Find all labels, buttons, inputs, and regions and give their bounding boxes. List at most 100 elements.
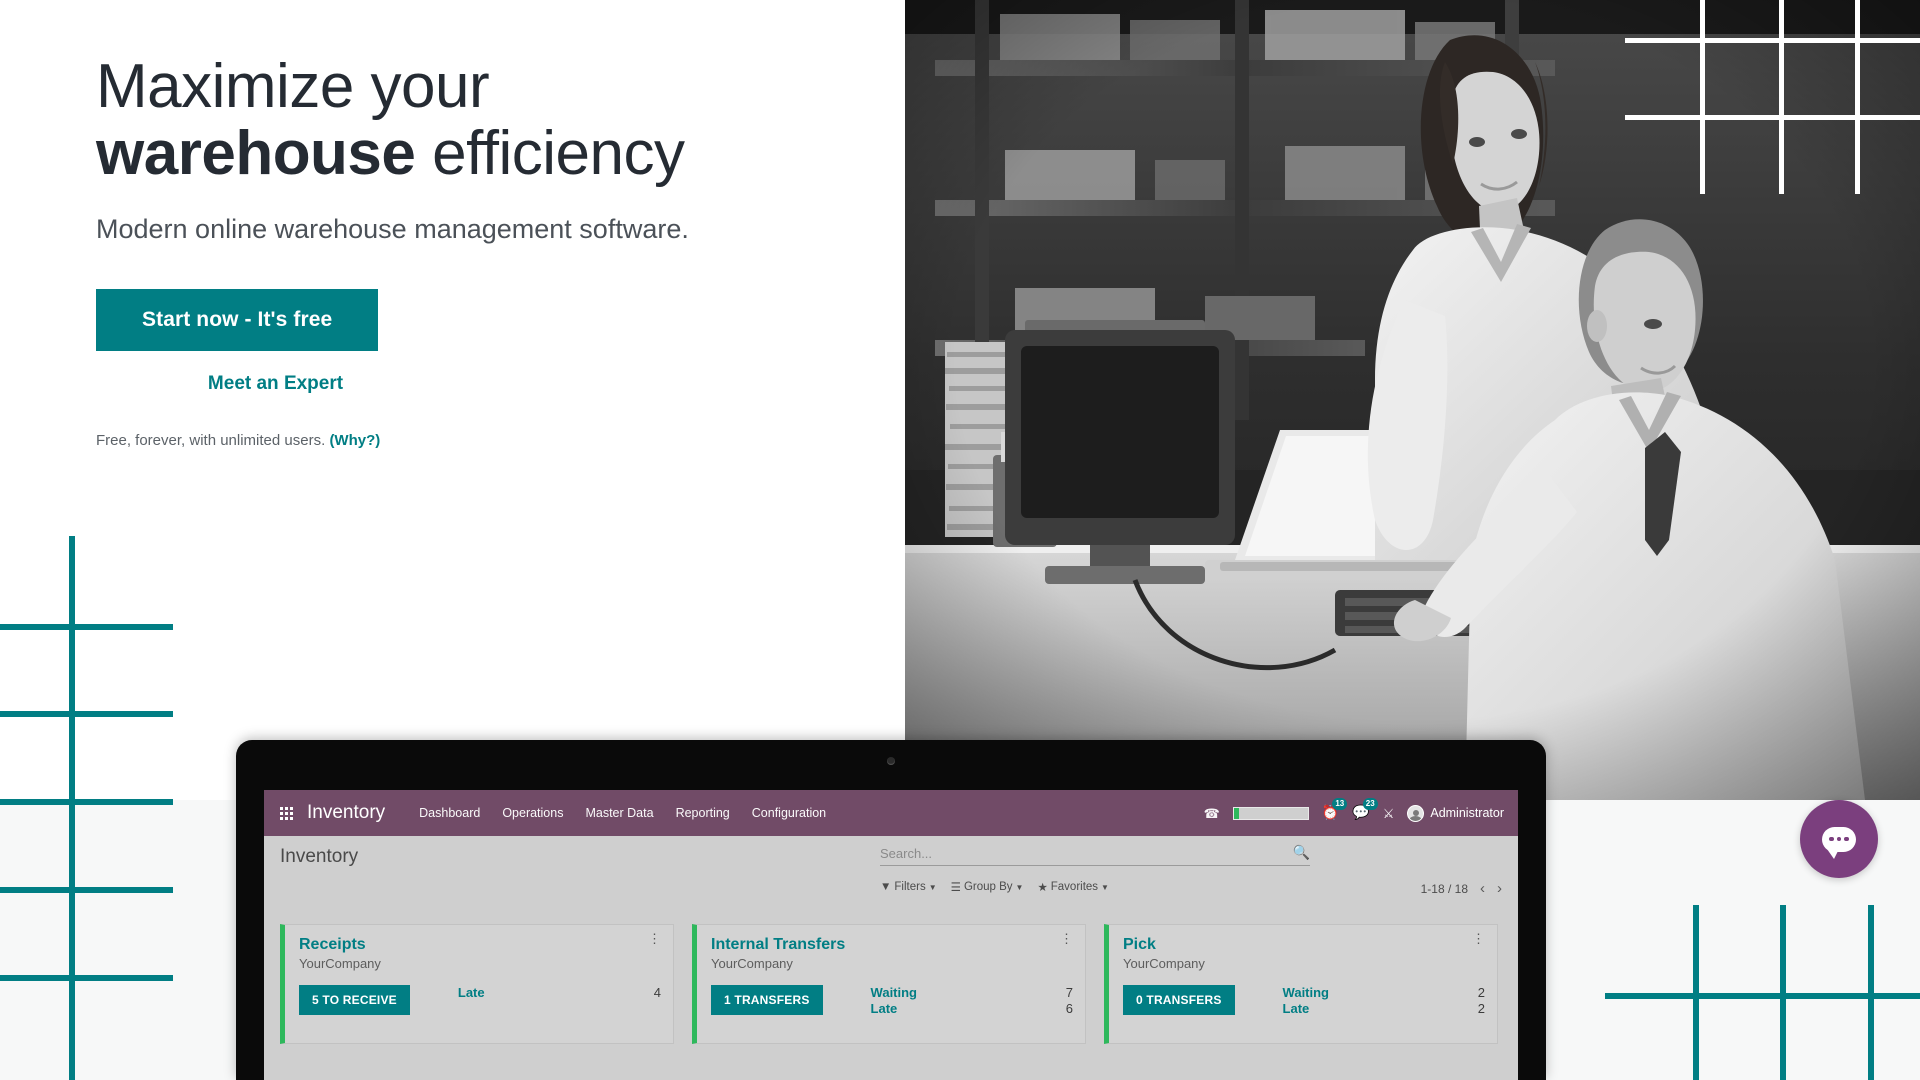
kanban-stat-label: Late xyxy=(870,1001,898,1017)
kanban-stat-row[interactable]: Late 4 xyxy=(458,985,661,1001)
phone-icon[interactable]: ☎ xyxy=(1204,807,1220,820)
laptop-screen: Inventory Dashboard Operations Master Da… xyxy=(264,790,1518,1080)
favorites-label: Favorites xyxy=(1050,881,1099,893)
kanban-stat-value: 7 xyxy=(1065,985,1073,1001)
kanban-primary-button[interactable]: 0 TRANSFERS xyxy=(1123,985,1235,1016)
kanban-card-header: Receipts YourCompany ⋮ xyxy=(299,932,661,971)
kanban-card-body: 5 TO RECEIVE Late 4 xyxy=(299,985,661,1016)
kanban-card-pick[interactable]: Pick YourCompany ⋮ 0 TRANSFERS Waiting 2 xyxy=(1104,924,1498,1044)
webcam-icon xyxy=(887,757,895,765)
kanban-card-titleblock: Pick YourCompany xyxy=(1123,935,1205,971)
kanban-card-title[interactable]: Pick xyxy=(1123,935,1205,954)
kanban-card-title[interactable]: Internal Transfers xyxy=(711,935,845,954)
groupby-label: Group By xyxy=(963,881,1013,893)
apps-grid-icon[interactable] xyxy=(280,806,293,820)
kanban-card-receipts[interactable]: Receipts YourCompany ⋮ 5 TO RECEIVE Late… xyxy=(280,924,674,1044)
free-forever-note: Free, forever, with unlimited users. (Wh… xyxy=(96,432,936,449)
user-menu[interactable]: Administrator xyxy=(1407,804,1504,822)
kanban-stat-value: 6 xyxy=(1065,1001,1073,1017)
odoo-navbar: Inventory Dashboard Operations Master Da… xyxy=(264,790,1518,836)
kebab-menu-icon[interactable]: ⋮ xyxy=(1472,932,1485,945)
why-free-link[interactable]: (Why?) xyxy=(329,432,380,449)
kanban-stats: Waiting 2 Late 2 xyxy=(1283,985,1485,1018)
navbar-systray: ☎ ⏰ 13 💬 23 ⚔ Administrator xyxy=(1204,798,1504,822)
menu-item-master-data[interactable]: Master Data xyxy=(585,806,653,820)
filters-dropdown[interactable]: ▼ Filters ▼ xyxy=(880,880,937,894)
kanban-stat-row[interactable]: Late 6 xyxy=(871,1001,1073,1017)
list-icon: ☰ xyxy=(950,882,961,894)
kanban-primary-button[interactable]: 5 TO RECEIVE xyxy=(299,985,410,1016)
kanban-card-header: Pick YourCompany ⋮ xyxy=(1123,932,1485,971)
search-input-row: 🔍 xyxy=(880,844,1310,866)
pager-text: 1-18 / 18 xyxy=(1420,881,1468,896)
kanban-card-header: Internal Transfers YourCompany ⋮ xyxy=(711,932,1073,971)
menu-item-dashboard[interactable]: Dashboard xyxy=(419,806,480,820)
chevron-left-icon[interactable]: ‹ xyxy=(1480,880,1485,897)
kanban-card-company: YourCompany xyxy=(299,956,381,972)
chevron-right-icon[interactable]: › xyxy=(1497,880,1502,897)
kanban-stat-label: Late xyxy=(1282,1001,1310,1017)
search-icon[interactable]: 🔍 xyxy=(1293,844,1310,861)
kanban-stat-row[interactable]: Waiting 7 xyxy=(871,985,1073,1001)
user-name-label: Administrator xyxy=(1430,806,1504,820)
free-note-text: Free, forever, with unlimited users. xyxy=(96,431,330,449)
favorites-dropdown[interactable]: ★ Favorites ▼ xyxy=(1037,880,1109,894)
kanban-card-body: 1 TRANSFERS Waiting 7 Late 6 xyxy=(711,985,1073,1018)
kanban-stat-value: 2 xyxy=(1477,985,1485,1001)
hero-photo xyxy=(905,0,1920,800)
chat-widget-button[interactable] xyxy=(1800,800,1878,878)
activity-icon[interactable]: ⏰ 13 xyxy=(1322,798,1348,822)
meet-expert-wrap: Meet an Expert xyxy=(96,373,455,395)
kanban-card-company: YourCompany xyxy=(711,956,793,972)
kanban-card-body: 0 TRANSFERS Waiting 2 Late 2 xyxy=(1123,985,1485,1018)
kebab-menu-icon[interactable]: ⋮ xyxy=(1060,932,1073,945)
avatar-icon xyxy=(1407,804,1425,822)
kanban-stat-row[interactable]: Waiting 2 xyxy=(1283,985,1485,1001)
filters-label: Filters xyxy=(894,881,926,893)
kanban-stat-row[interactable]: Late 2 xyxy=(1283,1001,1485,1017)
menu-item-reporting[interactable]: Reporting xyxy=(676,806,730,820)
hero-title-line1: Maximize your xyxy=(96,52,490,121)
kanban-stats: Waiting 7 Late 6 xyxy=(871,985,1073,1018)
kanban-card-company: YourCompany xyxy=(1123,956,1205,972)
progress-indicator[interactable] xyxy=(1232,806,1309,820)
kanban-stat-value: 2 xyxy=(1477,1001,1485,1017)
menu-item-operations[interactable]: Operations xyxy=(502,806,563,820)
hero-subtitle: Modern online warehouse management softw… xyxy=(96,213,689,244)
activity-count-badge: 13 xyxy=(1332,798,1348,811)
meet-an-expert-link[interactable]: Meet an Expert xyxy=(208,373,343,395)
chevron-down-icon: ▼ xyxy=(928,882,937,892)
app-name-inventory[interactable]: Inventory xyxy=(307,802,385,824)
hero-section: Maximize your warehouse efficiency Moder… xyxy=(96,52,936,449)
search-box: 🔍 ▼ Filters ▼ ☰ Group By ▼ xyxy=(880,844,1310,894)
kanban-stats: Late 4 xyxy=(458,985,661,1001)
search-facet-buttons: ▼ Filters ▼ ☰ Group By ▼ ★ Favorites ▼ xyxy=(880,880,1310,894)
kanban-card-internal-transfers[interactable]: Internal Transfers YourCompany ⋮ 1 TRANS… xyxy=(692,924,1086,1044)
groupby-dropdown[interactable]: ☰ Group By ▼ xyxy=(951,880,1024,894)
laptop-mockup: Inventory Dashboard Operations Master Da… xyxy=(236,740,1546,1080)
bug-icon[interactable]: ⚔ xyxy=(1383,807,1395,820)
kebab-menu-icon[interactable]: ⋮ xyxy=(648,932,661,945)
kanban-board: Receipts YourCompany ⋮ 5 TO RECEIVE Late… xyxy=(264,910,1518,1044)
star-icon: ★ xyxy=(1037,882,1048,894)
funnel-icon: ▼ xyxy=(880,881,892,893)
search-input[interactable] xyxy=(880,846,1293,861)
page-root: Maximize your warehouse efficiency Moder… xyxy=(0,0,1920,1080)
messages-count-badge: 23 xyxy=(1362,798,1378,811)
kanban-card-title[interactable]: Receipts xyxy=(299,935,381,954)
page-title: Maximize your warehouse efficiency xyxy=(96,52,936,188)
start-now-button[interactable]: Start now - It's free xyxy=(96,288,379,351)
chevron-down-icon: ▼ xyxy=(1015,882,1024,892)
hero-title-emphasis: warehouse xyxy=(96,118,416,188)
menu-item-configuration[interactable]: Configuration xyxy=(752,806,826,820)
kanban-stat-value: 4 xyxy=(653,985,661,1001)
kanban-card-titleblock: Internal Transfers YourCompany xyxy=(711,935,845,971)
chat-bubble-icon xyxy=(1822,826,1856,859)
pager: 1-18 / 18 ‹ › xyxy=(1421,880,1502,897)
app-menu: Dashboard Operations Master Data Reporti… xyxy=(419,806,826,820)
messages-icon[interactable]: 💬 23 xyxy=(1352,798,1378,822)
kanban-primary-button[interactable]: 1 TRANSFERS xyxy=(711,985,823,1016)
kanban-stat-label: Late xyxy=(457,985,485,1001)
kanban-card-titleblock: Receipts YourCompany xyxy=(299,935,381,971)
kanban-stat-label: Waiting xyxy=(870,985,917,1001)
